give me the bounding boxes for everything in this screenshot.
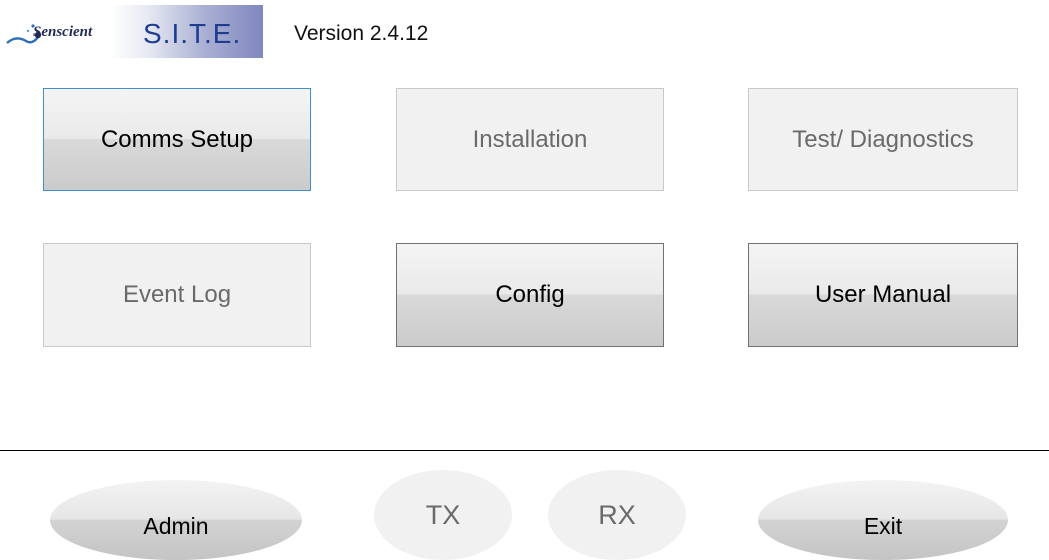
footer-divider	[0, 450, 1049, 451]
logo-product-text: S.I.T.E.	[143, 18, 242, 49]
event-log-button[interactable]: Event Log	[43, 243, 311, 347]
test-diagnostics-button[interactable]: Test/ Diagnostics	[748, 88, 1018, 191]
installation-button[interactable]: Installation	[396, 88, 664, 191]
logo-brand-text: Senscient	[33, 24, 93, 40]
comms-setup-button[interactable]: Comms Setup	[43, 88, 311, 191]
admin-button[interactable]: Admin	[50, 480, 302, 560]
version-label: Version 2.4.12	[294, 22, 429, 45]
user-manual-button[interactable]: User Manual	[748, 243, 1018, 347]
tx-indicator: TX	[374, 470, 512, 560]
config-button[interactable]: Config	[396, 243, 664, 347]
exit-button[interactable]: Exit	[758, 480, 1008, 560]
rx-indicator: RX	[548, 470, 686, 560]
senscient-site-logo: Senscient S.I.T.E.	[0, 5, 263, 58]
